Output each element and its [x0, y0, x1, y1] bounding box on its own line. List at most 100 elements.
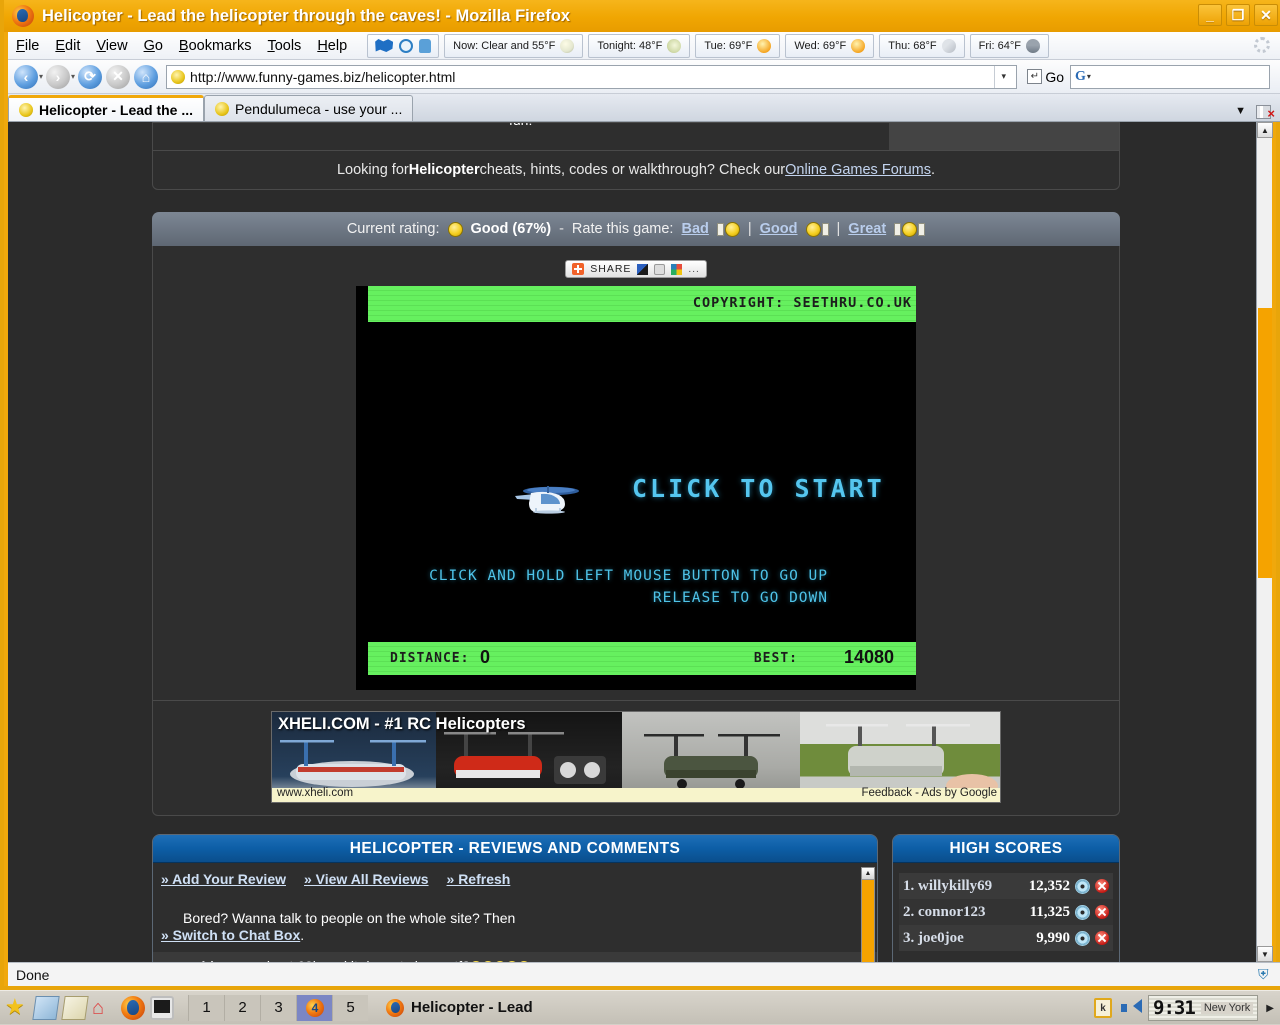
view-all-reviews-link[interactable]: » View All Reviews	[304, 869, 429, 890]
share-social-icon-2[interactable]	[654, 263, 666, 275]
favorites-icon[interactable]: ★	[5, 995, 29, 1020]
view-score-icon[interactable]	[1076, 931, 1089, 945]
forward-button[interactable]: ›	[46, 64, 71, 89]
share-social-icon-1[interactable]	[637, 263, 649, 275]
minimize-button[interactable]: _	[1198, 4, 1222, 26]
view-score-icon[interactable]	[1076, 879, 1089, 893]
rate-good-link[interactable]: Good	[760, 221, 798, 237]
weather-wed[interactable]: Wed: 69°F	[785, 33, 875, 58]
firefox-launcher-icon[interactable]	[121, 995, 145, 1020]
menu-view[interactable]: View	[88, 36, 135, 56]
hand-icon[interactable]	[419, 38, 432, 53]
current-rating-label: Current rating:	[346, 221, 440, 237]
menu-bookmarks[interactable]: Bookmarks	[171, 36, 260, 56]
taskbar-window-label: Helicopter - Lead	[411, 999, 533, 1016]
desktop-4-button[interactable]	[296, 994, 332, 1021]
maximize-button[interactable]: ❐	[1226, 4, 1250, 26]
highscore-name-1: 1. willykilly69	[903, 877, 993, 894]
desktop-2-button[interactable]: 2	[224, 994, 260, 1021]
go-button[interactable]: ↵ Go	[1021, 69, 1070, 85]
google-ad-banner[interactable]: XHELI.COM - #1 RC Helicopters www.xheli.…	[271, 711, 1001, 803]
desktop-4-firefox-icon	[306, 998, 324, 1017]
reload-button[interactable]: ⟳	[78, 64, 103, 89]
home-folder-icon[interactable]: ⌂	[92, 996, 116, 1020]
rate-great-link[interactable]: Great	[848, 221, 886, 237]
delete-score-icon[interactable]	[1095, 879, 1109, 893]
highscores-panel: HIGH SCORES 1. willykilly69 12,352 2. co…	[892, 834, 1120, 962]
weather-fri[interactable]: Fri: 64°F	[969, 33, 1049, 58]
desktop-3-button[interactable]: 3	[260, 994, 296, 1021]
share-more[interactable]: ...	[688, 264, 699, 275]
close-tab-icon[interactable]	[1256, 104, 1275, 121]
rate-bad-icon[interactable]	[716, 221, 740, 237]
taskbar-window-button[interactable]: Helicopter - Lead	[386, 998, 533, 1017]
url-bar[interactable]: http://www.funny-games.biz/helicopter.ht…	[166, 64, 1018, 89]
rate-this-game-label: Rate this game:	[571, 221, 674, 237]
stop-button[interactable]: ✕	[106, 64, 131, 89]
clock-icon[interactable]	[399, 38, 414, 53]
reviews-scrollbar[interactable]: ▲	[861, 867, 875, 962]
view-score-icon[interactable]	[1076, 905, 1089, 919]
forums-banner: Looking for Helicopter cheats, hints, co…	[152, 150, 1120, 190]
security-icon[interactable]: ⛨	[1258, 966, 1272, 982]
share-social-icon-3[interactable]	[671, 263, 683, 275]
notes-icon[interactable]	[32, 995, 60, 1020]
ad-feedback-link[interactable]: Feedback - Ads by Google	[861, 787, 997, 799]
share-button[interactable]: SHARE ...	[565, 260, 707, 278]
back-button[interactable]: ‹	[14, 64, 38, 89]
clipboard-icon[interactable]: k	[1094, 998, 1113, 1018]
weather-tue[interactable]: Tue: 69°F	[695, 33, 781, 58]
close-button[interactable]: ✕	[1254, 4, 1278, 26]
terminal-icon[interactable]	[150, 995, 174, 1020]
menu-edit[interactable]: Edit	[47, 36, 88, 56]
clock-widget[interactable]: 9:31 New York	[1148, 995, 1259, 1021]
menu-file[interactable]: File	[8, 36, 47, 56]
rain-icon	[1025, 38, 1040, 53]
menu-go[interactable]: Go	[136, 36, 171, 56]
forward-dropdown-icon[interactable]: ▾	[71, 72, 75, 81]
ad-url[interactable]: www.xheli.com	[277, 787, 353, 799]
rate-great-icon[interactable]	[894, 221, 926, 237]
tab-helicopter[interactable]: Helicopter - Lead the ...	[8, 95, 205, 121]
rate-bad-link[interactable]: Bad	[681, 221, 708, 237]
add-your-review-link[interactable]: » Add Your Review	[161, 869, 286, 890]
tab-list-dropdown-icon[interactable]: ▼	[1235, 105, 1246, 117]
weather-tonight[interactable]: Tonight: 48°F	[588, 33, 691, 58]
weather-thu[interactable]: Thu: 68°F	[879, 33, 965, 58]
menu-help[interactable]: Help	[309, 36, 355, 56]
online-games-forums-link[interactable]: Online Games Forums	[785, 162, 931, 178]
reviews-note-end: .	[300, 927, 305, 943]
url-text: http://www.funny-games.biz/helicopter.ht…	[190, 68, 456, 85]
volume-icon[interactable]	[1120, 998, 1143, 1018]
weather-now[interactable]: Now: Clear and 55°F	[444, 33, 584, 58]
search-engine-dropdown-icon[interactable]: ▾	[1087, 72, 1091, 81]
desktop-1-button[interactable]: 1	[188, 994, 224, 1021]
desktop-5-button[interactable]: 5	[332, 994, 368, 1021]
tray-expand-icon[interactable]: ▶	[1266, 1003, 1274, 1014]
page-scroll-thumb[interactable]	[1258, 308, 1272, 578]
scroll-up-icon[interactable]: ▲	[1257, 122, 1273, 138]
refresh-link[interactable]: » Refresh	[447, 869, 511, 890]
back-dropdown-icon[interactable]: ▾	[39, 72, 43, 81]
url-dropdown-icon[interactable]: ▾	[994, 65, 1012, 88]
reviews-scroll-thumb[interactable]	[862, 880, 874, 962]
map-icon[interactable]	[375, 39, 394, 52]
editor-icon[interactable]	[61, 995, 89, 1020]
reviews-scroll-up-icon[interactable]: ▲	[862, 868, 874, 880]
search-input[interactable]: G ▾	[1070, 64, 1270, 89]
switch-to-chat-box-link[interactable]: » Switch to Chat Box	[161, 927, 300, 943]
tab-pendulumeca[interactable]: Pendulumeca - use your ...	[204, 95, 414, 121]
game-canvas[interactable]: COPYRIGHT: SEETHRU.CO.UK CLICK TO START …	[356, 286, 916, 690]
tab-label: Pendulumeca - use your ...	[235, 100, 403, 117]
reviews-panel: HELICOPTER - REVIEWS AND COMMENTS » Add …	[152, 834, 878, 962]
share-plus-icon	[572, 263, 585, 275]
delete-score-icon[interactable]	[1095, 905, 1109, 919]
scroll-down-icon[interactable]: ▼	[1257, 946, 1273, 962]
system-tray: k 9:31 New York ▶	[1094, 991, 1280, 1025]
page-scrollbar[interactable]: ▲ ▼	[1256, 122, 1273, 962]
rate-good-icon[interactable]	[805, 221, 829, 237]
menu-tools[interactable]: Tools	[259, 36, 309, 56]
delete-score-icon[interactable]	[1095, 931, 1109, 945]
home-button[interactable]: ⌂	[134, 64, 159, 89]
page-viewport: fun! Looking for Helicopter cheats, hint…	[8, 122, 1264, 962]
